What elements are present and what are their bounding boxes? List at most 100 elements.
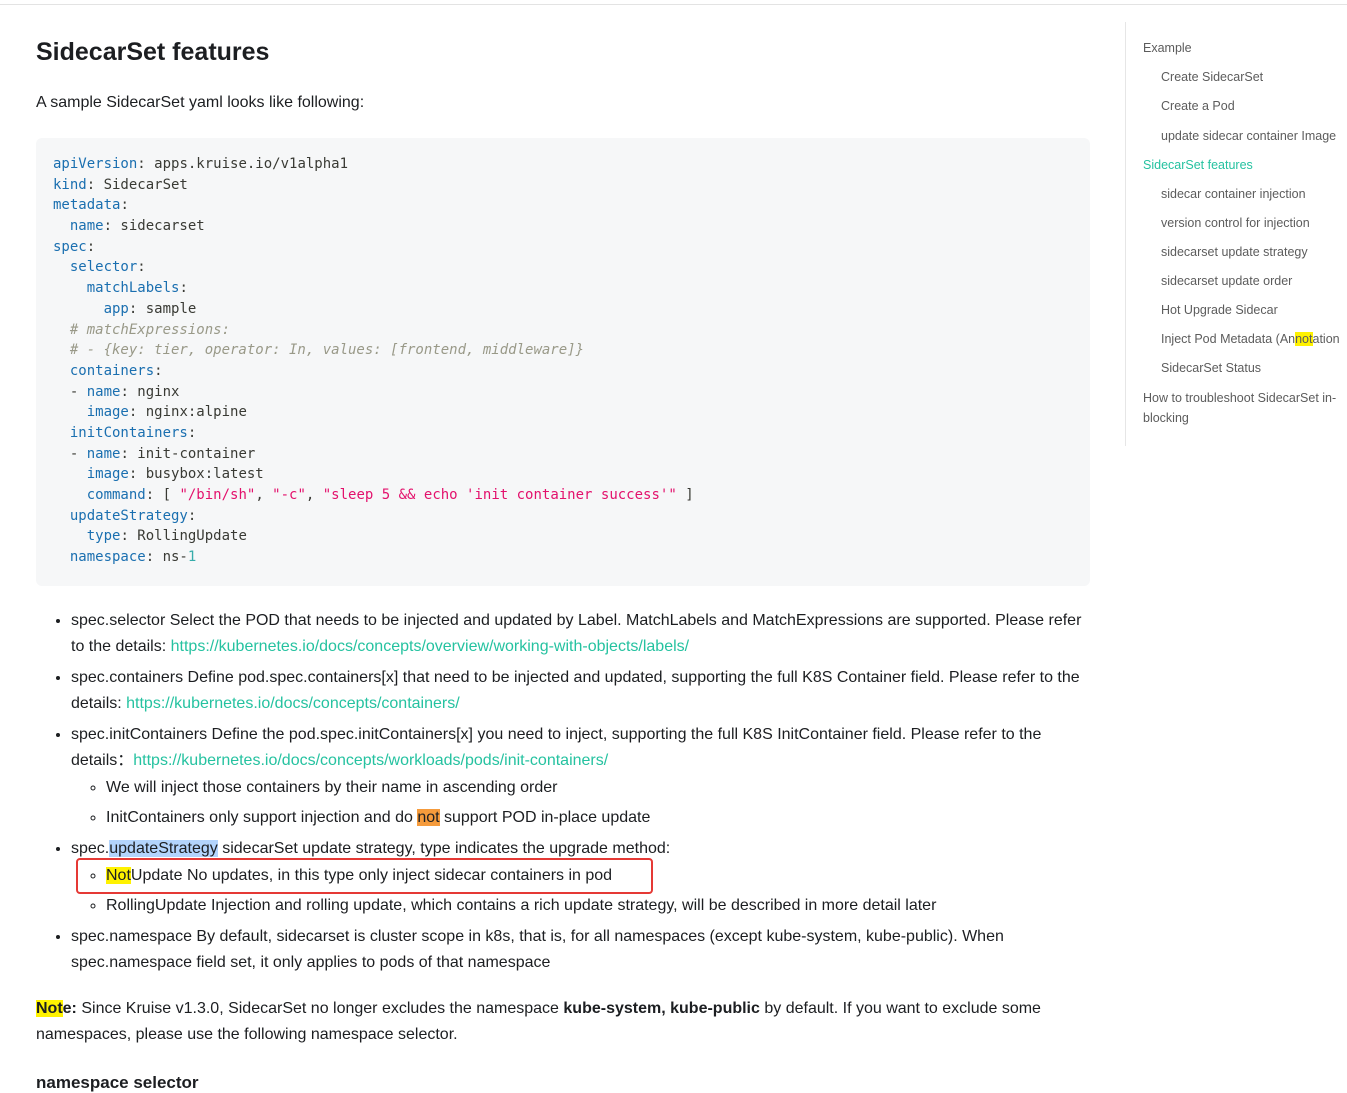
code-line: namespace: ns-1 (53, 547, 1090, 568)
code-text: - (53, 383, 87, 400)
code-text: : [ (145, 487, 180, 503)
code-comment: # matchExpressions: (69, 321, 231, 338)
search-highlight: not (1295, 332, 1313, 346)
code-key: kind (53, 176, 87, 193)
note-paragraph: Note: Since Kruise v1.3.0, SidecarSet no… (36, 996, 1090, 1048)
list-item-namespace: spec.namespace By default, sidecarset is… (71, 924, 1090, 976)
toc-item-update-image[interactable]: update sidecar container Image (1161, 126, 1347, 146)
code-key: image (86, 404, 129, 421)
code-text: : (137, 259, 146, 276)
toc-divider (1125, 22, 1126, 446)
toc-item-create-pod[interactable]: Create a Pod (1161, 96, 1347, 116)
code-line: # - {key: tier, operator: In, values: [f… (53, 340, 1090, 361)
code-line: - name: init-container (53, 444, 1090, 465)
code-key: type (86, 528, 121, 545)
code-text: : (187, 424, 197, 441)
code-text: : init-container (120, 445, 256, 462)
init-containers-sublist: We will inject those containers by their… (71, 775, 1090, 831)
search-highlight: Not (36, 1000, 63, 1017)
code-text: : sample (128, 300, 197, 317)
code-line: command: [ "/bin/sh", "-c", "sleep 5 && … (53, 485, 1090, 506)
code-text: , (255, 487, 273, 503)
code-text: ] (676, 487, 694, 503)
labels-docs-link[interactable]: https://kubernetes.io/docs/concepts/over… (171, 638, 689, 655)
code-line: - name: nginx (53, 382, 1090, 403)
code-key: app (103, 300, 129, 317)
intro-paragraph: A sample SidecarSet yaml looks like foll… (36, 94, 365, 111)
toc-item-example[interactable]: Example (1143, 38, 1347, 58)
yaml-code-block[interactable]: apiVersion: apps.kruise.io/v1alpha1 kind:… (36, 138, 1090, 586)
code-line: image: busybox:latest (53, 464, 1090, 485)
code-key: name (69, 218, 104, 235)
code-text: : busybox:latest (128, 466, 264, 483)
sublist-text: InitContainers only support injection an… (106, 809, 418, 826)
list-item-selector: spec.selector Select the POD that needs … (71, 608, 1090, 660)
sublist-item-no-inplace-update: InitContainers only support injection an… (106, 805, 1090, 831)
code-line: kind: SidecarSet (53, 175, 1090, 196)
code-line: # matchExpressions: (53, 320, 1090, 341)
code-key: name (86, 383, 121, 400)
code-key: containers (69, 362, 155, 379)
code-key: updateStrategy (69, 507, 188, 524)
code-line: apiVersion: apps.kruise.io/v1alpha1 (53, 154, 1090, 175)
code-key: name (86, 445, 121, 462)
code-string: "sleep 5 && echo 'init container success… (322, 487, 677, 503)
annotation-highlight-box (76, 858, 653, 894)
code-line: app: sample (53, 299, 1090, 320)
code-line: initContainers: (53, 423, 1090, 444)
toc-item-create-sidecarset[interactable]: Create SidecarSet (1161, 67, 1347, 87)
code-text: : nginx:alpine (128, 404, 247, 421)
sublist-text: support POD in-place update (439, 809, 651, 826)
list-item-init-containers: spec.initContainers Define the pod.spec.… (71, 722, 1090, 831)
code-key: spec (53, 238, 87, 255)
code-text: : RollingUpdate (120, 528, 247, 545)
sublist-item-rolling-update: RollingUpdate Injection and rolling upda… (106, 893, 1090, 919)
toc-item-troubleshoot[interactable]: How to troubleshoot SidecarSet in-blocki… (1143, 388, 1347, 428)
page-title: SidecarSet features (36, 38, 270, 66)
code-text: , (305, 487, 323, 503)
code-key: command (86, 487, 146, 503)
code-text: : apps.kruise.io/v1alpha1 (137, 156, 349, 172)
toc-item-injection[interactable]: sidecar container injection (1161, 184, 1347, 204)
code-line: selector: (53, 257, 1090, 278)
code-line: matchLabels: (53, 278, 1090, 299)
toc-item-status[interactable]: SidecarSet Status (1161, 358, 1347, 378)
code-comment: # - {key: tier, operator: In, values: [f… (69, 342, 585, 359)
code-line: updateStrategy: (53, 506, 1090, 527)
toc-item-version-control[interactable]: version control for injection (1161, 213, 1347, 233)
selected-text: updateStrategy (109, 840, 218, 857)
code-text: : SidecarSet (86, 176, 188, 193)
toc-item-inject-metadata[interactable]: Inject Pod Metadata (Annotation (1161, 329, 1347, 349)
toc-item-hot-upgrade[interactable]: Hot Upgrade Sidecar (1161, 300, 1347, 320)
code-line: type: RollingUpdate (53, 526, 1090, 547)
code-key: initContainers (69, 424, 188, 441)
code-line: containers: (53, 361, 1090, 382)
code-line: image: nginx:alpine (53, 402, 1090, 423)
init-containers-docs-link[interactable]: https://kubernetes.io/docs/concepts/work… (133, 752, 608, 769)
toc-item-sidecarset-features[interactable]: SidecarSet features (1143, 155, 1347, 175)
code-text: : (179, 280, 188, 297)
containers-docs-link[interactable]: https://kubernetes.io/docs/concepts/cont… (126, 695, 460, 712)
sublist-item-inject-order: We will inject those containers by their… (106, 775, 1090, 801)
toc-text: Inject Pod Metadata (An (1161, 332, 1296, 346)
toc-item-update-strategy[interactable]: sidecarset update strategy (1161, 242, 1347, 262)
code-key: selector (69, 259, 138, 276)
code-text: : nginx (120, 383, 180, 400)
code-text: : sidecarset (103, 218, 205, 235)
code-key: image (86, 466, 129, 483)
code-string: "/bin/sh" (179, 487, 256, 503)
code-line: spec: (53, 237, 1090, 258)
toc-text: ation (1312, 332, 1340, 346)
spec-field-list: spec.selector Select the POD that needs … (36, 608, 1090, 981)
code-key: namespace (69, 549, 146, 566)
toc-item-update-order[interactable]: sidecarset update order (1161, 271, 1347, 291)
